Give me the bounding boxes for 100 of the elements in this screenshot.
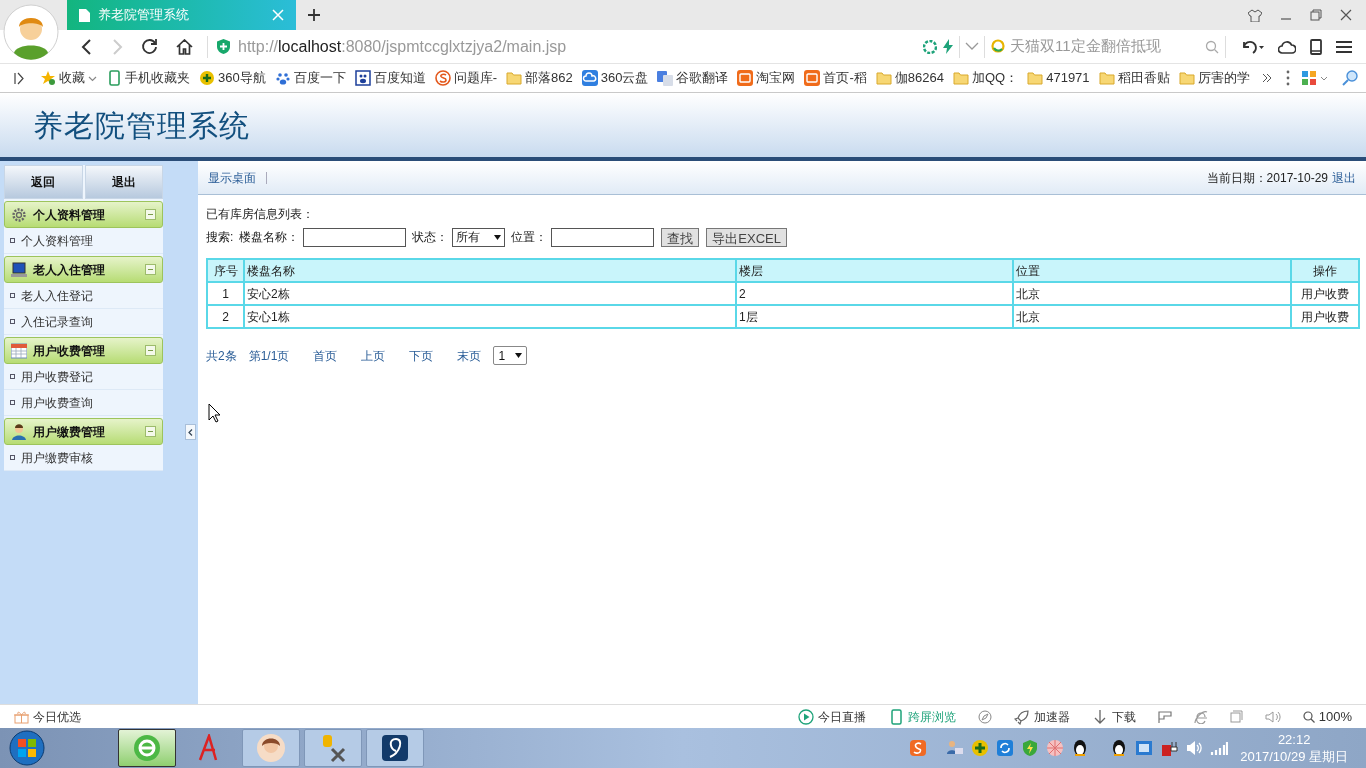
taskbar-button[interactable] [118,729,176,767]
desktop-link[interactable]: 显示桌面 [208,168,256,187]
tablet-icon[interactable] [1310,38,1322,55]
sidebar-item[interactable]: 用户收费登记 [4,364,163,390]
collapse-icon[interactable] [145,345,156,356]
column-header: 楼盘名称 [244,259,736,282]
pinwheel-icon[interactable] [1046,739,1065,757]
collapse-icon[interactable] [145,209,156,220]
dropdown-icon[interactable] [965,42,979,51]
input-method-icon[interactable] [909,739,928,757]
bookmark-link[interactable]: 淘宝网 [737,68,796,88]
pagination-link[interactable]: 末页 [457,346,482,365]
sidebar-button[interactable]: 返回 [4,165,83,199]
bookmark-link[interactable]: 稻田香贴 [1098,68,1170,88]
sidebar-toggle-icon[interactable] [14,71,24,85]
paw-icon [274,70,291,86]
apps-grid-icon[interactable] [1302,70,1330,86]
bookmark-link[interactable]: 手机收藏夹 [106,68,190,88]
reload-icon[interactable] [141,38,158,55]
bookmark-link[interactable]: 收藏 [40,68,97,88]
fee-link[interactable]: 用户收费 [1291,282,1359,305]
column-header: 操作 [1291,259,1359,282]
sidebar-item[interactable]: 用户收费查询 [4,390,163,416]
search-icon[interactable] [1205,39,1219,54]
input-field[interactable] [551,227,655,247]
status-link[interactable]: 加速器 [1013,707,1070,726]
compass-icon[interactable] [977,709,992,724]
collapse-icon[interactable] [145,264,156,275]
section-header[interactable]: 老人入住管理 [4,256,163,283]
bookmark-link[interactable]: 谷歌翻译 [657,68,729,88]
table-cell: 安心2栋 [244,282,736,305]
bookmark-link[interactable]: 部落862 [506,68,573,88]
pagination-link[interactable]: 首页 [313,346,338,365]
flag-icon[interactable] [1157,709,1172,724]
sync-icon[interactable] [996,739,1015,757]
magnifier-icon[interactable] [1342,70,1358,86]
shield-icon[interactable] [1021,739,1040,757]
page-select[interactable]: 1 [493,346,528,365]
bookmark-link[interactable]: 百度一下 [274,68,346,88]
lightning-icon[interactable] [943,39,953,54]
bookmark-link[interactable]: 问题库- [434,68,498,88]
status-link[interactable]: 今日直播 [797,707,866,726]
calendar-icon [11,342,27,359]
table-cell: 2 [736,282,1013,305]
collapse-handle[interactable] [185,424,196,440]
window-icon[interactable] [1229,710,1243,723]
sidebar-item[interactable]: 老人入住登记 [4,283,163,309]
restore-icon[interactable] [1310,9,1322,21]
section-title: 用户收费管理 [33,342,106,360]
sidebar-button[interactable]: 退出 [84,165,163,199]
section-header[interactable]: 用户缴费管理 [4,418,163,445]
bookmark-link[interactable]: 360导航 [199,68,266,88]
aperture-icon[interactable] [923,39,937,54]
action-button[interactable]: 查找 [661,227,700,247]
logout-link[interactable]: 退出 [1332,168,1356,187]
menu-icon[interactable] [1336,39,1352,54]
bookmark-link[interactable]: 加QQ： [952,68,1019,88]
home-icon[interactable] [176,38,193,55]
address-bar[interactable]: http://localhost:8080/jspmtccglxtzjya2/main.jsp [207,35,959,58]
ie-icon[interactable] [1193,709,1208,724]
back-icon[interactable] [81,38,93,55]
fee-link[interactable]: 用户收费 [1291,305,1359,328]
more-bookmarks-icon[interactable] [1261,73,1272,83]
pagination-link[interactable]: 下页 [409,346,434,365]
plus-circle-icon[interactable] [971,739,990,757]
action-button[interactable]: 导出EXCEL [706,227,787,247]
bookmark-link[interactable]: 首页-稻 [804,68,867,88]
zoom-control[interactable]: 100% [1302,706,1352,727]
bookmark-link[interactable]: 伽86264 [875,68,944,88]
pagination-link[interactable]: 上页 [361,346,386,365]
bookmark-link[interactable]: 360云盘 [581,68,649,88]
person-screen-icon[interactable] [946,739,965,757]
status-select[interactable]: 所有 [452,227,506,247]
close-icon[interactable] [1340,9,1352,21]
bookmark-link[interactable]: 471971 [1027,68,1090,88]
cloud-icon[interactable] [1278,39,1296,54]
shop-icon [737,70,754,86]
collapse-icon[interactable] [145,426,156,437]
sidebar-item[interactable]: 用户缴费审核 [4,445,163,471]
signal-icon[interactable] [1210,739,1229,757]
start-button-icon[interactable] [9,730,45,766]
folder-icon [875,70,892,86]
more-icon[interactable] [1286,70,1290,86]
section-header[interactable]: 用户收费管理 [4,337,163,364]
sidebar-item[interactable]: 入住记录查询 [4,309,163,335]
status-link[interactable]: 下载 [1091,707,1136,726]
sidebar-item[interactable]: 个人资料管理 [4,228,163,254]
url-text: http://localhost:8080/jspmtccglxtzjya2/main.jsp [238,36,567,57]
bookmark-link[interactable]: 厉害的学 [1178,68,1250,88]
volume-icon[interactable] [1185,739,1204,757]
shirt-icon[interactable] [1248,8,1262,22]
today-picks-link[interactable]: 今日优选 [14,707,81,726]
taskbar-button[interactable] [366,729,424,767]
input-field[interactable] [303,227,407,247]
bookmark-link[interactable]: 百度知道 [354,68,426,88]
date-text: 当前日期：2017-10-29 [1206,169,1328,187]
new-tab-icon[interactable] [308,9,320,21]
undo-icon[interactable] [1240,38,1264,55]
speaker-icon[interactable] [1264,709,1281,724]
section-header[interactable]: 个人资料管理 [4,201,163,228]
